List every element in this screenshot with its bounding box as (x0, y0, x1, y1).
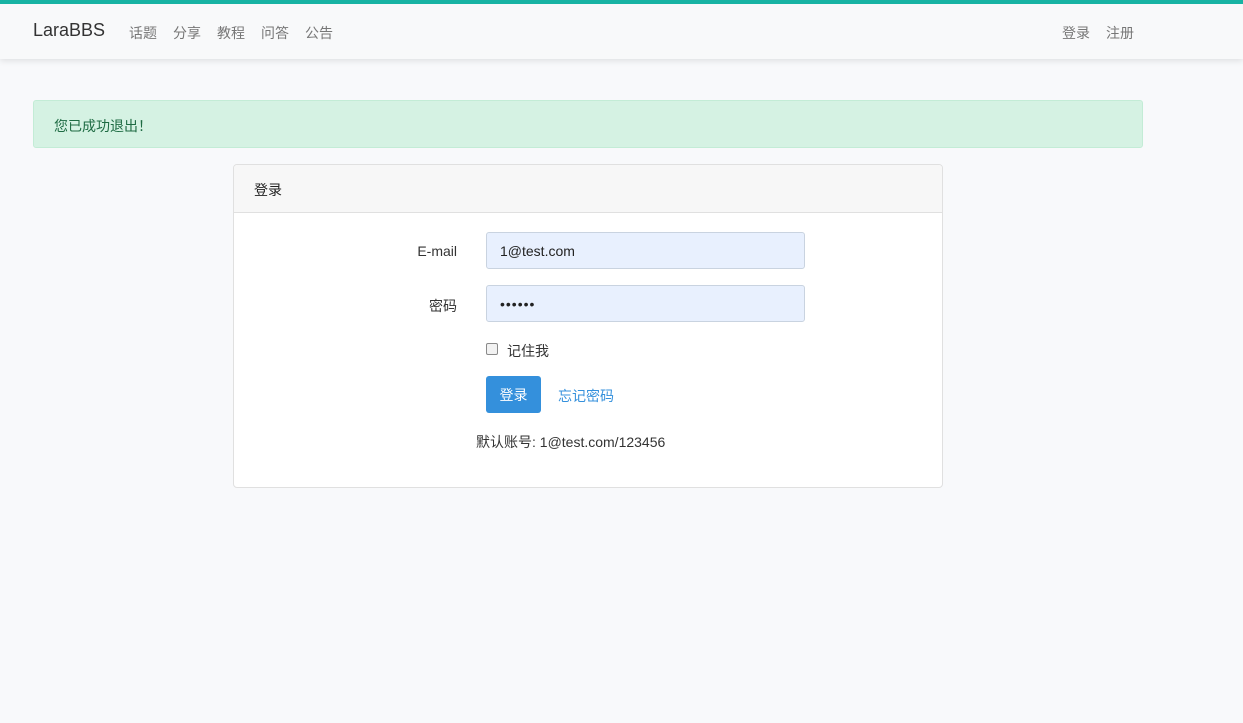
login-submit-button[interactable]: 登录 (486, 376, 541, 413)
top-navbar: LaraBBS 话题 分享 教程 问答 公告 登录 注册 (0, 0, 1243, 59)
login-card: 登录 E-mail 密码 记住我 登录 忘记密码 默认账号: 1@test.co… (233, 164, 943, 488)
password-field[interactable] (486, 285, 805, 322)
alert-message: 您已成功退出！ (54, 118, 152, 134)
default-account-hint: 默认账号: 1@test.com/123456 (476, 434, 666, 450)
nav-item-tutorials[interactable]: 教程 (217, 23, 245, 43)
email-field[interactable] (486, 232, 805, 269)
logout-success-alert: 您已成功退出！ (33, 100, 1143, 148)
nav-item-qa[interactable]: 问答 (261, 23, 289, 43)
brand-logo[interactable]: LaraBBS (33, 20, 105, 41)
nav-login-link[interactable]: 登录 (1062, 23, 1090, 43)
password-label: 密码 (429, 298, 457, 314)
remember-me-checkbox[interactable] (486, 343, 498, 355)
nav-register-link[interactable]: 注册 (1106, 23, 1134, 43)
nav-item-announcements[interactable]: 公告 (305, 23, 333, 43)
email-label: E-mail (417, 243, 457, 259)
forgot-password-link[interactable]: 忘记密码 (558, 386, 614, 406)
nav-item-share[interactable]: 分享 (173, 23, 201, 43)
login-card-header: 登录 (234, 165, 942, 213)
remember-me-label[interactable]: 记住我 (507, 341, 549, 361)
nav-item-topics[interactable]: 话题 (129, 23, 157, 43)
login-card-title: 登录 (254, 182, 282, 198)
